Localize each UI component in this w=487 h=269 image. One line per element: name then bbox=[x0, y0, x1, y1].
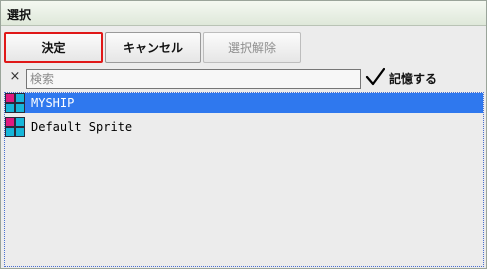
title-bar[interactable]: 選択 bbox=[1, 1, 486, 26]
list-item[interactable]: MYSHIP bbox=[5, 93, 483, 113]
select-dialog: 選択 決定 キャンセル 選択解除 × 記憶する MYSHIP bbox=[0, 0, 487, 269]
sprite-icon bbox=[5, 93, 25, 113]
search-input[interactable] bbox=[26, 69, 361, 89]
clear-search-icon[interactable]: × bbox=[8, 70, 22, 84]
list-item-label: MYSHIP bbox=[31, 96, 75, 110]
cancel-button[interactable]: キャンセル bbox=[105, 32, 201, 63]
list-item-label: Default Sprite bbox=[31, 120, 133, 134]
list-item[interactable]: Default Sprite bbox=[5, 117, 483, 137]
remember-label: 記憶する bbox=[389, 72, 438, 86]
dialog-title: 選択 bbox=[7, 8, 32, 22]
remember-checkbox[interactable] bbox=[365, 67, 385, 87]
ok-button[interactable]: 決定 bbox=[4, 32, 103, 63]
sprite-list[interactable]: MYSHIP Default Sprite bbox=[4, 92, 484, 267]
sprite-icon bbox=[5, 117, 25, 137]
deselect-button[interactable]: 選択解除 bbox=[203, 32, 301, 63]
